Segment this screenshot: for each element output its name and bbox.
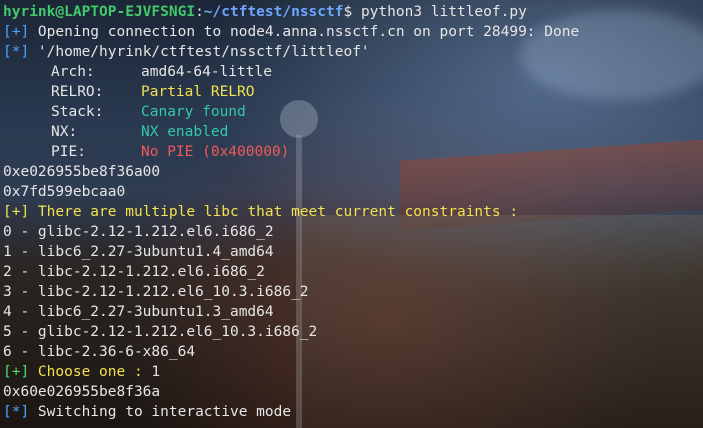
output-line-switch: [*] Switching to interactive mode — [3, 402, 579, 422]
checksec-stack: Stack: Canary found — [3, 102, 579, 122]
output-line-leak2: 0x7fd599ebcaa0 — [3, 184, 126, 200]
terminal-window[interactable]: hyrink@LAPTOP-EJVFSNGI:~/ctftest/nssctf$… — [0, 0, 703, 428]
output-text: There are multiple libc that meet curren… — [29, 204, 519, 220]
command-prompt-line: hyrink@LAPTOP-EJVFSNGI:~/ctftest/nssctf$… — [3, 2, 579, 22]
prompt-path: ~/ctftest/nssctf — [203, 4, 344, 20]
libc-option: 6 - libc-2.36-6-x86_64 — [3, 344, 196, 360]
libc-option: 1 - libc6_2.27-3ubuntu1.4_amd64 — [3, 244, 274, 260]
status-tag-plus: [+] — [3, 364, 30, 380]
checksec-value: amd64-64-little — [141, 64, 272, 80]
status-tag-plus: [+] — [3, 24, 30, 40]
checksec-arch: Arch: amd64-64-little — [3, 62, 579, 82]
libc-option: 2 - libc-2.12-1.212.el6.i686_2 — [3, 264, 265, 280]
libc-option: 5 - glibc-2.12-1.212.el6_10.3.i686_2 — [3, 324, 318, 340]
terminal-output: hyrink@LAPTOP-EJVFSNGI:~/ctftest/nssctf$… — [0, 0, 579, 422]
checksec-value: Partial RELRO — [141, 84, 255, 100]
output-line-binary: [*] '/home/hyrink/ctftest/nssctf/littleo… — [3, 42, 579, 62]
output-line-leak1: 0xe026955be8f36a00 — [3, 164, 161, 180]
output-text: Choose one : — [29, 364, 152, 380]
checksec-relro: RELRO: Partial RELRO — [3, 82, 579, 102]
output-line-leak3: 0x60e026955be8f36a — [3, 384, 161, 400]
checksec-pie: PIE: No PIE (0x400000) — [3, 142, 579, 162]
checksec-label: Arch: — [51, 64, 95, 80]
prompt-command: python3 littleof.py — [352, 4, 527, 20]
checksec-value: No PIE (0x400000) — [141, 144, 290, 160]
output-line-opening: [+] Opening connection to node4.anna.nss… — [3, 22, 579, 42]
libc-option: 0 - glibc-2.12-1.212.el6.i686_2 — [3, 224, 274, 240]
prompt-symbol: $ — [343, 4, 353, 20]
output-text: '/home/hyrink/ctftest/nssctf/littleof' — [29, 44, 370, 60]
status-tag-info: [*] — [3, 404, 30, 420]
checksec-nx: NX: NX enabled — [3, 122, 579, 142]
checksec-label: PIE: — [51, 144, 86, 160]
status-tag-plus: [+] — [3, 204, 30, 220]
libc-option: 3 - libc-2.12-1.212.el6_10.3.i686_2 — [3, 284, 309, 300]
status-tag-info: [*] — [3, 44, 30, 60]
checksec-value: NX enabled — [141, 124, 229, 140]
libc-option: 4 - libc6_2.27-3ubuntu1.3_amd64 — [3, 304, 274, 320]
output-text: Opening connection to node4.anna.nssctf.… — [29, 24, 580, 40]
checksec-label: RELRO: — [51, 84, 104, 100]
output-text: Switching to interactive mode — [29, 404, 292, 420]
prompt-colon: : — [195, 4, 204, 20]
checksec-value: Canary found — [141, 104, 246, 120]
checksec-label: Stack: — [51, 104, 104, 120]
checksec-label: NX: — [51, 124, 78, 140]
output-line-choose: [+] Choose one : 1 — [3, 362, 579, 382]
output-line-libc-notice: [+] There are multiple libc that meet cu… — [3, 202, 579, 222]
choose-input-value[interactable]: 1 — [151, 364, 160, 380]
prompt-user-host: hyrink@LAPTOP-EJVFSNGI — [3, 4, 196, 20]
